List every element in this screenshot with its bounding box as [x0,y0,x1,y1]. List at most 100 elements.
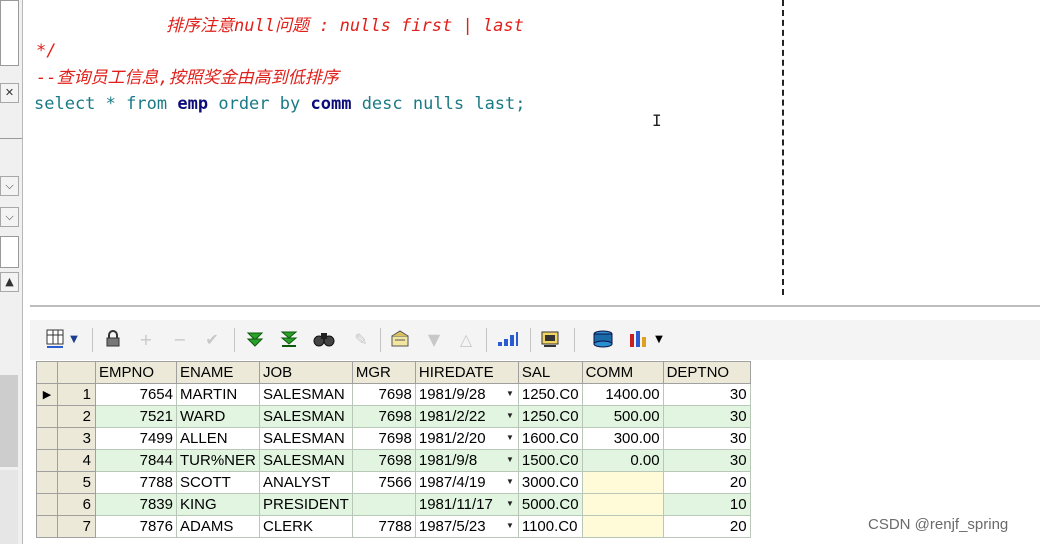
dropdown-arrow-icon[interactable]: ▼ [506,411,514,420]
cell-mgr[interactable]: 7698 [351,383,416,406]
column-header[interactable]: ENAME [176,361,260,384]
table-row[interactable]: 6 7839 KING PRESIDENT 1981/11/17 ▼ 5000.C0 10 [36,493,751,516]
row-indicator[interactable] [36,405,58,428]
cell-empno[interactable]: 7876 [95,515,177,538]
cell-mgr[interactable]: 7698 [351,405,416,428]
cell-mgr[interactable]: 7566 [351,471,416,494]
cell-empno[interactable]: 7839 [95,493,177,516]
cell-empno[interactable]: 7654 [95,383,177,406]
stats-icon[interactable]: ▼ [624,328,668,350]
query-by-example-icon[interactable] [388,328,412,350]
filter-icon[interactable]: ▼ [424,328,444,350]
cell-sal[interactable]: 3000.C0 [517,471,583,494]
cell-hiredate[interactable]: 1981/9/8 ▼ [414,449,519,472]
dropdown-arrow-icon[interactable]: ▼ [506,433,514,442]
table-row[interactable]: ▶ 1 7654 MARTIN SALESMAN 7698 1981/9/28 ▼ 1250.C… [36,383,751,406]
cell-mgr[interactable]: 7698 [351,449,416,472]
export-icon[interactable] [538,328,562,350]
panel-input[interactable] [0,236,19,268]
table-row[interactable]: 2 7521 WARD SALESMAN 7698 1981/2/22 ▼ 1250.C0 50… [36,405,751,428]
cell-comm[interactable]: 300.00 [581,427,664,450]
dropdown-arrow-icon[interactable]: ▼ [506,455,514,464]
row-number[interactable]: 6 [57,493,96,516]
cell-mgr[interactable] [351,493,416,516]
cell-comm[interactable]: 0.00 [581,449,664,472]
cell-job[interactable]: SALESMAN [259,383,353,406]
clear-filter-icon[interactable]: △ [456,328,476,350]
cell-job[interactable]: SALESMAN [259,449,353,472]
cell-job[interactable]: CLERK [259,515,353,538]
row-indicator[interactable] [36,427,58,450]
find-icon[interactable] [312,328,336,350]
column-header[interactable]: DEPTNO [662,361,751,384]
cell-hiredate[interactable]: 1981/2/22 ▼ [414,405,519,428]
cell-deptno[interactable]: 20 [662,471,751,494]
row-number[interactable]: 4 [57,449,96,472]
column-header[interactable]: EMPNO [95,361,177,384]
add-icon[interactable]: + [136,328,156,350]
cell-deptno[interactable]: 30 [662,405,751,428]
cell-comm[interactable] [581,493,664,516]
scrollbar-thumb[interactable] [0,375,18,467]
table-row[interactable]: 7 7876 ADAMS CLERK 7788 1987/5/23 ▼ 1100.C0 20 [36,515,751,538]
editor-splitter[interactable] [30,305,1040,307]
close-icon[interactable]: ✕ [0,83,19,103]
next-record-icon[interactable] [244,328,266,350]
cell-job[interactable]: SALESMAN [259,405,353,428]
print-icon[interactable] [590,328,616,350]
row-number[interactable]: 5 [57,471,96,494]
column-header[interactable]: HIREDATE [414,361,519,384]
scrollbar-track[interactable] [0,470,18,544]
cell-deptno[interactable]: 30 [662,383,751,406]
cell-ename[interactable]: WARD [176,405,260,428]
cell-empno[interactable]: 7788 [95,471,177,494]
clear-icon[interactable]: ✎ [350,328,372,350]
cell-hiredate[interactable]: 1981/2/20 ▼ [414,427,519,450]
cell-job[interactable]: PRESIDENT [259,493,353,516]
cell-comm[interactable] [581,515,664,538]
column-header[interactable]: SAL [517,361,583,384]
cell-empno[interactable]: 7499 [95,427,177,450]
sql-editor[interactable]: 排序注意null问题 : nulls first | last */ --查询员… [30,0,786,295]
scroll-up-icon[interactable]: ▲ [0,272,19,292]
row-indicator[interactable] [36,515,58,538]
cell-job[interactable]: SALESMAN [259,427,353,450]
cell-comm[interactable]: 1400.00 [581,383,664,406]
row-number[interactable]: 3 [57,427,96,450]
cell-hiredate[interactable]: 1981/9/28 ▼ [414,383,519,406]
dropdown-arrow-icon[interactable]: ▼ [506,389,514,398]
row-indicator[interactable] [36,493,58,516]
dropdown-arrow-icon[interactable]: ▼ [506,499,514,508]
cell-comm[interactable]: 500.00 [581,405,664,428]
row-indicator[interactable] [36,449,58,472]
row-number[interactable]: 1 [57,383,96,406]
cell-ename[interactable]: MARTIN [176,383,260,406]
cell-ename[interactable]: SCOTT [176,471,260,494]
table-row[interactable]: 5 7788 SCOTT ANALYST 7566 1987/4/19 ▼ 3000.C0 20 [36,471,751,494]
cell-sal[interactable]: 1500.C0 [517,449,583,472]
cell-hiredate[interactable]: 1987/5/23 ▼ [414,515,519,538]
cell-deptno[interactable]: 30 [662,449,751,472]
cell-ename[interactable]: ALLEN [176,427,260,450]
grid-view-icon[interactable]: ▼ [42,328,82,350]
remove-icon[interactable]: − [170,328,190,350]
row-number[interactable]: 7 [57,515,96,538]
cell-hiredate[interactable]: 1987/4/19 ▼ [414,471,519,494]
column-header[interactable]: MGR [351,361,416,384]
cell-sal[interactable]: 1250.C0 [517,383,583,406]
cell-sal[interactable]: 5000.C0 [517,493,583,516]
row-number[interactable]: 2 [57,405,96,428]
cell-sal[interactable]: 1100.C0 [517,515,583,538]
cell-deptno[interactable]: 20 [662,515,751,538]
cell-sal[interactable]: 1250.C0 [517,405,583,428]
cell-deptno[interactable]: 10 [662,493,751,516]
cell-mgr[interactable]: 7698 [351,427,416,450]
chevron-down-icon[interactable]: ⌵ [0,176,19,196]
lock-icon[interactable] [102,328,124,350]
cell-mgr[interactable]: 7788 [351,515,416,538]
cell-empno[interactable]: 7844 [95,449,177,472]
chevron-down-icon[interactable]: ⌵ [0,207,19,227]
table-row[interactable]: 4 7844 TUR%NER SALESMAN 7698 1981/9/8 ▼ 1500.C0… [36,449,751,472]
cell-job[interactable]: ANALYST [259,471,353,494]
cell-ename[interactable]: ADAMS [176,515,260,538]
